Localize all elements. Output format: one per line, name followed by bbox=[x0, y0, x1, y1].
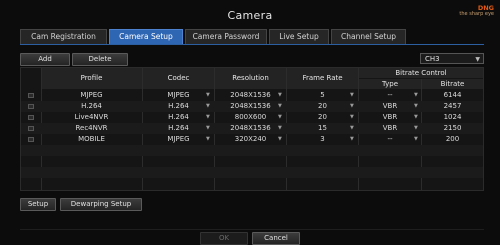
cell-resolution[interactable]: 2048X1536 bbox=[215, 101, 286, 112]
table-row[interactable]: H.264 H.264 ▼ 2048X1536 ▼ 20 ▼ VBR ▼ 245… bbox=[21, 101, 483, 112]
cell-codec[interactable]: MJPEG bbox=[143, 90, 214, 101]
cell-type[interactable]: VBR bbox=[359, 123, 421, 134]
cell-codec[interactable]: H.264 bbox=[143, 112, 214, 123]
channel-select-value: CH3 bbox=[425, 55, 440, 63]
triangle-down-icon: ▼ bbox=[350, 92, 354, 98]
empty-row bbox=[21, 178, 483, 189]
triangle-down-icon: ▼ bbox=[278, 114, 282, 120]
cell-codec[interactable]: MJPEG bbox=[143, 134, 214, 145]
logo-tagline: the sharp eye bbox=[459, 11, 494, 18]
tab-cam-registration[interactable]: Cam Registration bbox=[20, 29, 107, 44]
empty-row bbox=[21, 167, 483, 178]
cell-bitrate[interactable]: 2457 bbox=[422, 101, 483, 112]
cell-codec[interactable]: H.264 bbox=[143, 123, 214, 134]
cell-bitrate[interactable]: 200 bbox=[422, 134, 483, 145]
cell-profile: MJPEG bbox=[80, 91, 103, 99]
header-profile: Profile bbox=[41, 68, 142, 89]
tab-camera-password[interactable]: Camera Password bbox=[185, 29, 267, 44]
cell-frame-rate[interactable]: 20 bbox=[287, 101, 358, 112]
cell-type[interactable]: VBR bbox=[359, 101, 421, 112]
triangle-down-icon: ▼ bbox=[278, 103, 282, 109]
tab-live-setup[interactable]: Live Setup bbox=[269, 29, 329, 44]
triangle-down-icon: ▼ bbox=[350, 136, 354, 142]
cell-profile: Live4NVR bbox=[74, 113, 109, 121]
row-checkbox[interactable] bbox=[28, 103, 34, 109]
cell-bitrate[interactable]: 6144 bbox=[422, 90, 483, 101]
triangle-down-icon: ▼ bbox=[278, 136, 282, 142]
empty-row bbox=[21, 156, 483, 167]
cell-resolution[interactable]: 2048X1536 bbox=[215, 123, 286, 134]
empty-row bbox=[21, 145, 483, 156]
cell-resolution[interactable]: 2048X1536 bbox=[215, 90, 286, 101]
tab-channel-setup[interactable]: Channel Setup bbox=[331, 29, 406, 44]
row-checkbox[interactable] bbox=[28, 125, 34, 131]
table-row[interactable]: MOBILE MJPEG ▼ 320X240 ▼ 3 ▼ -- ▼ 200 bbox=[21, 134, 483, 145]
table-row[interactable]: Rec4NVR H.264 ▼ 2048X1536 ▼ 15 ▼ VBR ▼ 2… bbox=[21, 123, 483, 134]
cell-bitrate[interactable]: 1024 bbox=[422, 112, 483, 123]
cell-codec[interactable]: H.264 bbox=[143, 101, 214, 112]
cell-type[interactable]: VBR bbox=[359, 112, 421, 123]
triangle-down-icon: ▼ bbox=[414, 103, 418, 109]
dng-logo: DNG the sharp eye bbox=[459, 4, 494, 18]
cell-frame-rate[interactable]: 20 bbox=[287, 112, 358, 123]
delete-button[interactable]: Delete bbox=[72, 53, 128, 66]
triangle-down-icon: ▼ bbox=[206, 92, 210, 98]
tab-bar: Cam Registration Camera Setup Camera Pas… bbox=[20, 29, 484, 45]
header-resolution: Resolution bbox=[215, 68, 286, 89]
triangle-down-icon: ▼ bbox=[414, 92, 418, 98]
cell-resolution[interactable]: 800X600 bbox=[215, 112, 286, 123]
cell-frame-rate[interactable]: 15 bbox=[287, 123, 358, 134]
triangle-down-icon: ▼ bbox=[206, 125, 210, 131]
triangle-down-icon: ▼ bbox=[350, 125, 354, 131]
cell-resolution[interactable]: 320X240 bbox=[215, 134, 286, 145]
table-row[interactable]: MJPEG MJPEG ▼ 2048X1536 ▼ 5 ▼ -- ▼ 6144 bbox=[21, 90, 483, 101]
add-button[interactable]: Add bbox=[20, 53, 70, 66]
row-checkbox[interactable] bbox=[28, 136, 34, 142]
cell-profile: H.264 bbox=[81, 102, 102, 110]
footer-divider bbox=[20, 229, 484, 230]
triangle-down-icon: ▼ bbox=[206, 103, 210, 109]
header-frame-rate: Frame Rate bbox=[287, 68, 358, 89]
ok-button[interactable]: OK bbox=[200, 232, 248, 245]
profile-table: Profile Codec Resolution Frame Rate Bitr… bbox=[20, 67, 484, 191]
setup-button[interactable]: Setup bbox=[20, 198, 56, 211]
table-row[interactable]: Live4NVR H.264 ▼ 800X600 ▼ 20 ▼ VBR ▼ 10… bbox=[21, 112, 483, 123]
triangle-down-icon: ▼ bbox=[414, 136, 418, 142]
cell-frame-rate[interactable]: 3 bbox=[287, 134, 358, 145]
triangle-down-icon: ▼ bbox=[350, 103, 354, 109]
triangle-down-icon: ▼ bbox=[206, 136, 210, 142]
cancel-button[interactable]: Cancel bbox=[252, 232, 300, 245]
triangle-down-icon: ▼ bbox=[278, 92, 282, 98]
cell-type[interactable]: -- bbox=[359, 134, 421, 145]
cell-bitrate[interactable]: 2150 bbox=[422, 123, 483, 134]
tab-camera-setup[interactable]: Camera Setup bbox=[109, 29, 183, 44]
row-checkbox[interactable] bbox=[28, 92, 34, 98]
cell-profile: Rec4NVR bbox=[75, 124, 108, 132]
header-type: Type bbox=[359, 79, 421, 89]
triangle-down-icon: ▼ bbox=[350, 114, 354, 120]
header-bitrate: Bitrate bbox=[422, 79, 483, 89]
triangle-down-icon: ▼ bbox=[414, 114, 418, 120]
cell-profile: MOBILE bbox=[78, 135, 105, 143]
triangle-down-icon: ▼ bbox=[475, 56, 480, 63]
cell-frame-rate[interactable]: 5 bbox=[287, 90, 358, 101]
triangle-down-icon: ▼ bbox=[414, 125, 418, 131]
header-codec: Codec bbox=[143, 68, 214, 89]
triangle-down-icon: ▼ bbox=[278, 125, 282, 131]
window-title: Camera bbox=[227, 9, 273, 22]
triangle-down-icon: ▼ bbox=[206, 114, 210, 120]
channel-select[interactable]: CH3 ▼ bbox=[420, 53, 484, 64]
header-bitrate-control: Bitrate Control bbox=[359, 68, 483, 78]
cell-type[interactable]: -- bbox=[359, 90, 421, 101]
row-checkbox[interactable] bbox=[28, 114, 34, 120]
dewarping-setup-button[interactable]: Dewarping Setup bbox=[60, 198, 142, 211]
